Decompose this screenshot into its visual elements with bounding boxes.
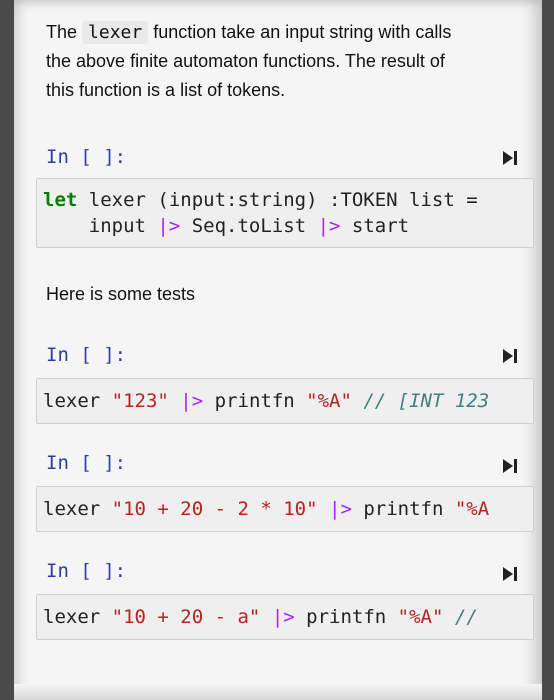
code-text: lexer (43, 390, 112, 412)
cell-prompt: In [ ]: (46, 560, 127, 582)
code-text: input (43, 215, 158, 237)
string-literal: "%A" (306, 390, 352, 412)
markdown-cell-tests: Here is some tests (46, 284, 196, 304)
cell-prompt: In [ ]: (46, 452, 127, 474)
code-comment: // [INT 123 (363, 390, 490, 412)
notebook-screen: The lexer function take an input string … (14, 0, 542, 700)
bottom-edge (14, 684, 542, 700)
run-cell-icon[interactable] (500, 148, 520, 168)
code-text: start (340, 215, 410, 237)
pipe-operator: |> (271, 606, 295, 628)
code-text: Seq.toList (180, 215, 318, 237)
cell-prompt: In [ ]: (46, 344, 127, 366)
text-span: The (46, 22, 83, 42)
code-text: lexer (input:string) :TOKEN list = (77, 189, 478, 211)
pipe-operator: |> (329, 498, 352, 520)
code-cell-lexer-definition[interactable]: let lexer (input:string) :TOKEN list = i… (36, 178, 534, 248)
markdown-line-3: this function is a list of tokens. (46, 80, 286, 100)
code-comment: // (454, 606, 478, 628)
code-text: printfn (294, 606, 398, 628)
run-cell-icon[interactable] (500, 456, 520, 476)
text-span: function take an input string with calls (148, 22, 452, 42)
code-cell-test-expression[interactable]: lexer "10 + 20 - 2 * 10" |> printfn "%A (36, 486, 534, 532)
inline-code-lexer: lexer (82, 21, 149, 44)
code-line-1: let lexer (input:string) :TOKEN list = (43, 187, 478, 213)
markdown-cell-lexer-description: The lexer function take an input string … (46, 18, 522, 105)
pipe-operator: |> (180, 390, 204, 412)
string-literal: "123" (111, 390, 169, 412)
string-literal: "%A" (397, 606, 444, 628)
string-literal: "10 + 20 - a" (111, 606, 261, 628)
code-cell-test-variable[interactable]: lexer "10 + 20 - a" |> printfn "%A" // (36, 594, 534, 640)
code-cell-test-123[interactable]: lexer "123" |> printfn "%A" // [INT 123 (36, 378, 534, 424)
code-text: lexer (43, 498, 112, 520)
code-line: lexer "10 + 20 - 2 * 10" |> printfn "%A (43, 496, 489, 522)
cell-prompt: In [ ]: (46, 146, 127, 168)
markdown-line-2: the above finite automaton functions. Th… (46, 51, 445, 71)
run-cell-icon[interactable] (500, 564, 520, 584)
code-line-2: input |> Seq.toList |> start (43, 213, 409, 239)
code-line: lexer "10 + 20 - a" |> printfn "%A" // (43, 604, 478, 630)
code-line: lexer "123" |> printfn "%A" // [INT 123 (43, 388, 489, 414)
code-text: lexer (43, 606, 112, 628)
pipe-operator: |> (157, 215, 181, 237)
string-literal: "%A (454, 498, 490, 520)
markdown-line-1: The lexer function take an input string … (46, 18, 522, 47)
string-literal: "10 + 20 - 2 * 10" (111, 498, 318, 520)
run-cell-icon[interactable] (500, 346, 520, 366)
code-text: printfn (203, 390, 307, 412)
pipe-operator: |> (317, 215, 341, 237)
keyword-let: let (43, 189, 78, 211)
code-text: printfn (351, 498, 455, 520)
